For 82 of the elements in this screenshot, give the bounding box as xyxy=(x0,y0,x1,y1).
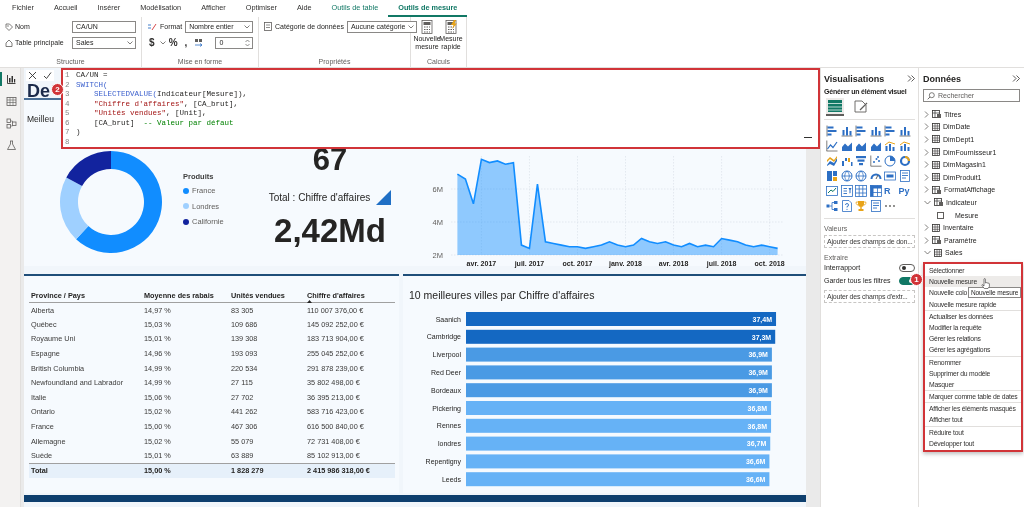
lightning-calculator-icon xyxy=(444,20,458,34)
calculated-table-icon xyxy=(932,236,941,245)
category-icon xyxy=(264,22,272,31)
column-chart-icon[interactable] xyxy=(869,125,882,137)
report-icon xyxy=(5,73,17,85)
bar-chart-icon[interactable] xyxy=(884,125,896,137)
script-visual-button[interactable]: R xyxy=(884,185,891,197)
table-icon xyxy=(932,223,940,232)
caret-icon xyxy=(127,40,133,45)
currency-button[interactable]: $ xyxy=(147,36,157,49)
area-chart-icon[interactable] xyxy=(840,140,853,152)
combo-chart-icon[interactable] xyxy=(884,140,896,152)
table-icon[interactable] xyxy=(855,185,867,197)
caret-icon xyxy=(159,40,166,45)
kpi-total: 2,42Md xyxy=(274,214,386,248)
column-chart-icon[interactable] xyxy=(840,125,853,137)
matrix-icon[interactable] xyxy=(869,185,882,197)
funnel-chart-icon[interactable] xyxy=(855,155,867,167)
table-icon xyxy=(932,160,940,169)
bar-chart-icon[interactable] xyxy=(855,125,867,137)
hand-cursor-icon xyxy=(981,278,990,289)
treemap-icon[interactable] xyxy=(826,170,838,182)
report-title: De xyxy=(27,82,50,100)
toggle-switch[interactable] xyxy=(899,263,915,272)
scatter-chart-icon[interactable] xyxy=(869,155,882,167)
triangle-icon xyxy=(376,190,392,205)
diagram-icon xyxy=(5,117,17,129)
document-lines-icon[interactable] xyxy=(898,170,911,182)
donut-chart-icon[interactable] xyxy=(898,155,911,167)
spin-arrows-icon xyxy=(245,38,250,47)
calculated-table-icon xyxy=(932,185,941,194)
document-lines-icon[interactable] xyxy=(869,200,882,212)
area-chart-icon[interactable] xyxy=(869,140,882,152)
table-icon xyxy=(932,148,940,157)
format-icon xyxy=(147,22,157,31)
ribbon-chart-icon[interactable] xyxy=(826,155,838,167)
caret-icon xyxy=(244,24,250,29)
checkbox[interactable] xyxy=(937,211,944,219)
combo-chart-icon[interactable] xyxy=(898,140,911,152)
search-icon xyxy=(927,91,935,100)
pie-chart-icon[interactable] xyxy=(884,155,896,167)
question-document-icon[interactable] xyxy=(840,200,853,212)
calculator-icon xyxy=(420,20,434,34)
flask-icon xyxy=(5,139,17,151)
bar-chart-icon[interactable] xyxy=(826,125,838,137)
sort-icon xyxy=(307,300,312,303)
paint-pencil-icon[interactable] xyxy=(853,99,869,113)
card-icon[interactable] xyxy=(884,170,896,182)
caret-icon xyxy=(408,24,415,29)
tag-icon xyxy=(5,22,13,31)
close-icon[interactable] xyxy=(28,71,37,80)
pane-title: Visualisations xyxy=(824,73,885,84)
chart-title: 10 meilleures villes par Chiffre d'affaires xyxy=(409,289,595,301)
pane-title: Données xyxy=(923,73,961,84)
decomposition-tree-icon[interactable] xyxy=(826,200,838,212)
kpi-icon[interactable] xyxy=(826,185,838,197)
kpi-label: Total : Chiffre d'affaires xyxy=(268,192,371,203)
table-icon xyxy=(932,173,940,182)
waterfall-chart-icon[interactable] xyxy=(840,155,853,167)
line-chart-icon[interactable] xyxy=(826,140,838,152)
check-icon[interactable] xyxy=(43,71,52,80)
globe-icon[interactable] xyxy=(840,170,853,182)
build-visual-icon[interactable] xyxy=(827,99,843,113)
percent-button[interactable]: % xyxy=(168,36,179,49)
area-chart-icon[interactable] xyxy=(855,140,867,152)
calculated-table-icon xyxy=(932,110,941,119)
grid-icon xyxy=(5,95,17,107)
table-icon xyxy=(932,135,940,144)
collapse-icon[interactable] xyxy=(804,136,812,139)
calculated-table-icon xyxy=(934,198,943,207)
expand-chevrons-icon[interactable] xyxy=(1012,75,1020,82)
decimal-places-icon[interactable] xyxy=(193,37,204,48)
thousands-separator-button[interactable]: , xyxy=(181,36,191,49)
globe-icon[interactable] xyxy=(855,170,867,182)
home-icon xyxy=(5,38,13,47)
slicer-icon[interactable] xyxy=(840,185,853,197)
expand-chevrons-icon[interactable] xyxy=(907,75,915,82)
visual-title: Meilleu xyxy=(27,113,54,125)
table-icon xyxy=(934,248,942,257)
column-chart-icon[interactable] xyxy=(898,125,911,137)
script-visual-button[interactable]: Py xyxy=(898,185,910,197)
table-icon xyxy=(932,122,940,131)
